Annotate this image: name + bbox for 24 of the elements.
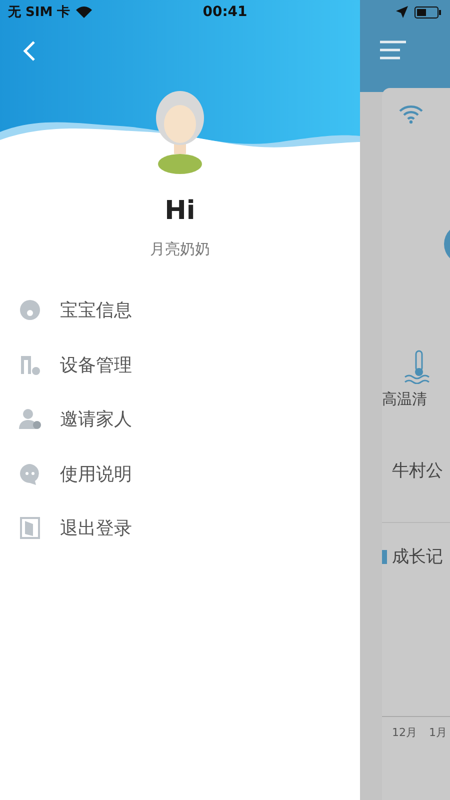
back-icon [22,40,36,62]
location-text: 牛村公 [392,460,444,482]
axis-label: 12月 [392,725,417,740]
location-arrow-icon [396,6,408,18]
axis-label: 1月 [429,725,447,740]
menu-item[interactable]: 宝宝信息 [0,283,360,338]
menu-item[interactable]: 使用说明 [0,446,360,501]
feature-label: 高温清 [382,390,428,409]
menu-item[interactable]: 设备管理 [0,338,360,392]
carrier-text: 无 SIM 卡 [8,4,70,21]
menu-item[interactable]: 邀请家人 [0,392,360,446]
menu-item[interactable]: 退出登录 [0,501,360,556]
user-name: 月亮奶奶 [150,240,210,259]
wifi-signal-icon [76,6,92,18]
battery-icon [414,6,442,18]
section-title: 成长记 [392,546,443,568]
greeting: Hi [164,196,196,226]
chat-bubble-icon [18,462,42,485]
menu-icon[interactable] [380,40,406,60]
device-icon [18,354,42,376]
section-marker [382,550,387,564]
clock-time: 00:41 [202,4,248,20]
wifi-icon [398,104,424,124]
exit-door-icon [18,517,42,540]
